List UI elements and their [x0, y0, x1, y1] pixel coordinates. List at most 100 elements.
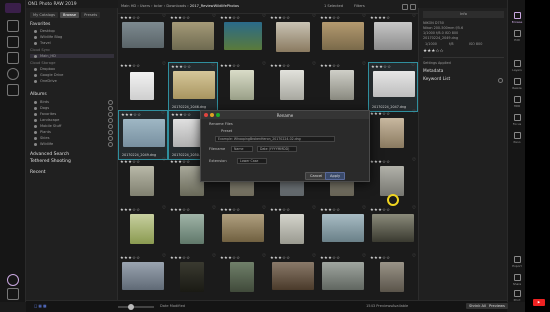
rating-stars[interactable]: ★★★☆☆: [320, 63, 340, 68]
album-icon[interactable]: [7, 84, 19, 96]
rating-stars[interactable]: ★★★☆☆: [120, 255, 140, 260]
like-icon[interactable]: ♡: [162, 158, 166, 163]
like-icon[interactable]: ♡: [162, 206, 166, 211]
module-browse[interactable]: Browse: [511, 12, 523, 24]
previews-button[interactable]: Previews: [486, 303, 508, 309]
view-options-icon[interactable]: [410, 4, 416, 10]
photo-thumbnail[interactable]: ★★★☆☆ ♡: [368, 254, 418, 300]
album-item[interactable]: Favorites: [34, 112, 56, 116]
tab-browse[interactable]: Browse: [60, 12, 80, 18]
module-resize[interactable]: Resize: [511, 78, 523, 90]
rating-stars[interactable]: ★★★★☆: [370, 15, 390, 20]
photo-thumbnail[interactable]: ★★★☆☆ ♡: [168, 206, 218, 256]
compare-icon[interactable]: [7, 288, 19, 300]
filename-token-select[interactable]: Name: [231, 146, 253, 152]
cloud-service-item[interactable]: Dropbox: [34, 67, 55, 71]
module-export[interactable]: Export: [511, 256, 523, 268]
photo-thumbnail[interactable]: ★★★☆☆ ♡: [168, 14, 218, 64]
breadcrumb[interactable]: Main HD › Users › bclar › Downloads › 20…: [121, 4, 239, 8]
module-hdr[interactable]: HDR: [511, 96, 523, 108]
album-options-icon[interactable]: [108, 124, 113, 129]
rating-stars[interactable]: ★★★☆☆: [170, 207, 190, 212]
album-options-icon[interactable]: [108, 130, 113, 135]
like-icon[interactable]: ♡: [362, 14, 366, 19]
album-options-icon[interactable]: [108, 142, 113, 147]
rating-stars[interactable]: ★★★☆☆: [320, 207, 340, 212]
preview-toggle-icon[interactable]: [7, 274, 19, 286]
like-icon[interactable]: ♡: [211, 63, 215, 68]
favorite-item[interactable]: Desktop: [34, 29, 55, 33]
rating-stars[interactable]: ★★★☆☆: [220, 63, 240, 68]
photo-thumbnail[interactable]: ★★★☆☆ ♡: [118, 158, 168, 208]
album-item[interactable]: Landscape: [34, 118, 59, 122]
favorite-item[interactable]: Travel: [34, 41, 51, 45]
photo-thumbnail[interactable]: ★★★☆☆ ♡: [318, 62, 368, 112]
photo-thumbnail[interactable]: ★★★☆☆ ♡: [218, 62, 268, 112]
info-header[interactable]: Info: [423, 11, 504, 18]
rating-stars[interactable]: ★★★☆☆: [370, 111, 390, 116]
rating-stars[interactable]: ★★★☆☆: [170, 159, 190, 164]
like-icon[interactable]: ♡: [312, 254, 316, 259]
album-options-icon[interactable]: [108, 136, 113, 141]
like-icon[interactable]: ♡: [262, 62, 266, 67]
photo-thumbnail-selected[interactable]: ★★★☆☆ ♡ 20170224_2047.dng: [368, 62, 418, 112]
module-focus[interactable]: Focus: [511, 114, 523, 126]
album-item[interactable]: Skies: [34, 136, 49, 140]
like-icon[interactable]: ♡: [312, 206, 316, 211]
filename-value-field[interactable]: Date (YYYYMMDD): [257, 146, 297, 152]
album-options-icon[interactable]: [108, 106, 113, 111]
thumbnail-size-slider[interactable]: [118, 304, 154, 310]
view-mode-icon[interactable]: □ ▦ ▩: [34, 304, 46, 308]
like-icon[interactable]: ♡: [412, 110, 416, 115]
filters-button[interactable]: Filters: [354, 4, 365, 8]
module-share[interactable]: Share: [511, 274, 523, 286]
like-icon[interactable]: ♡: [362, 254, 366, 259]
rating-stars[interactable]: ★★★☆☆: [370, 159, 390, 164]
photo-thumbnail[interactable]: ★★★☆☆ ♡: [218, 14, 268, 64]
metadata-header[interactable]: Metadata: [423, 69, 443, 74]
cloud-sync-header[interactable]: Cloud Sync: [30, 48, 50, 52]
like-icon[interactable]: ♡: [212, 206, 216, 211]
photo-thumbnail[interactable]: ★★★☆☆ ♡: [318, 206, 368, 256]
rating-stars[interactable]: ★★★☆☆: [120, 207, 140, 212]
photo-thumbnail[interactable]: ★★★☆☆ ♡: [218, 254, 268, 300]
like-icon[interactable]: ♡: [161, 111, 165, 116]
slider-knob[interactable]: [128, 304, 134, 310]
tab-my-catalogs[interactable]: My Catalogs: [30, 12, 59, 18]
photo-thumbnail[interactable]: ★★★☆☆ ♡: [268, 206, 318, 256]
like-icon[interactable]: ♡: [412, 14, 416, 19]
rating-stars[interactable]: ★★★☆☆: [270, 255, 290, 260]
extension-case-select[interactable]: Lower Case: [237, 158, 267, 164]
album-item[interactable]: Wildlife: [34, 142, 53, 146]
rating-stars[interactable]: ★★★☆☆: [120, 15, 140, 20]
album-item[interactable]: Mobile Stuff: [34, 124, 61, 128]
albums-header[interactable]: Albums: [30, 92, 47, 97]
rating-stars[interactable]: ★★★☆☆: [423, 49, 444, 54]
photo-thumbnail[interactable]: ★★★☆☆ ♡: [318, 14, 368, 64]
like-icon[interactable]: ♡: [212, 254, 216, 259]
cloud-icon[interactable]: [7, 68, 19, 80]
album-options-icon[interactable]: [108, 112, 113, 117]
search-icon[interactable]: [402, 4, 408, 10]
rating-stars[interactable]: ★★★☆☆: [220, 15, 240, 20]
photo-thumbnail[interactable]: ★★★☆☆ ♡: [268, 62, 318, 112]
photo-thumbnail[interactable]: ★★★☆☆ ♡: [368, 206, 418, 256]
rating-stars[interactable]: ★★★☆☆: [270, 207, 290, 212]
rating-stars[interactable]: ★★★☆☆: [170, 255, 190, 260]
album-item[interactable]: Dogs: [34, 106, 49, 110]
folder-icon[interactable]: [7, 52, 19, 64]
cloud-storage-header[interactable]: Cloud Storage: [30, 61, 55, 65]
like-icon[interactable]: ♡: [312, 14, 316, 19]
photo-thumbnail-selected[interactable]: ★★★☆☆ ♡ 20170224_2049.dng: [118, 110, 168, 160]
photo-thumbnail[interactable]: ★★★☆☆ ♡: [368, 110, 418, 160]
photo-thumbnail[interactable]: ★★★☆☆ ♡: [268, 254, 318, 300]
photo-thumbnail[interactable]: ★★★☆☆ ♡: [268, 14, 318, 64]
rating-stars[interactable]: ★★★☆☆: [120, 63, 140, 68]
rating-stars[interactable]: ★★★☆☆: [220, 207, 240, 212]
like-icon[interactable]: ♡: [262, 254, 266, 259]
like-icon[interactable]: ♡: [412, 206, 416, 211]
cloud-service-item[interactable]: Google Drive: [34, 73, 63, 77]
like-icon[interactable]: ♡: [412, 158, 416, 163]
browse-tool-icon[interactable]: [7, 20, 19, 32]
album-item[interactable]: Birds: [34, 100, 49, 104]
